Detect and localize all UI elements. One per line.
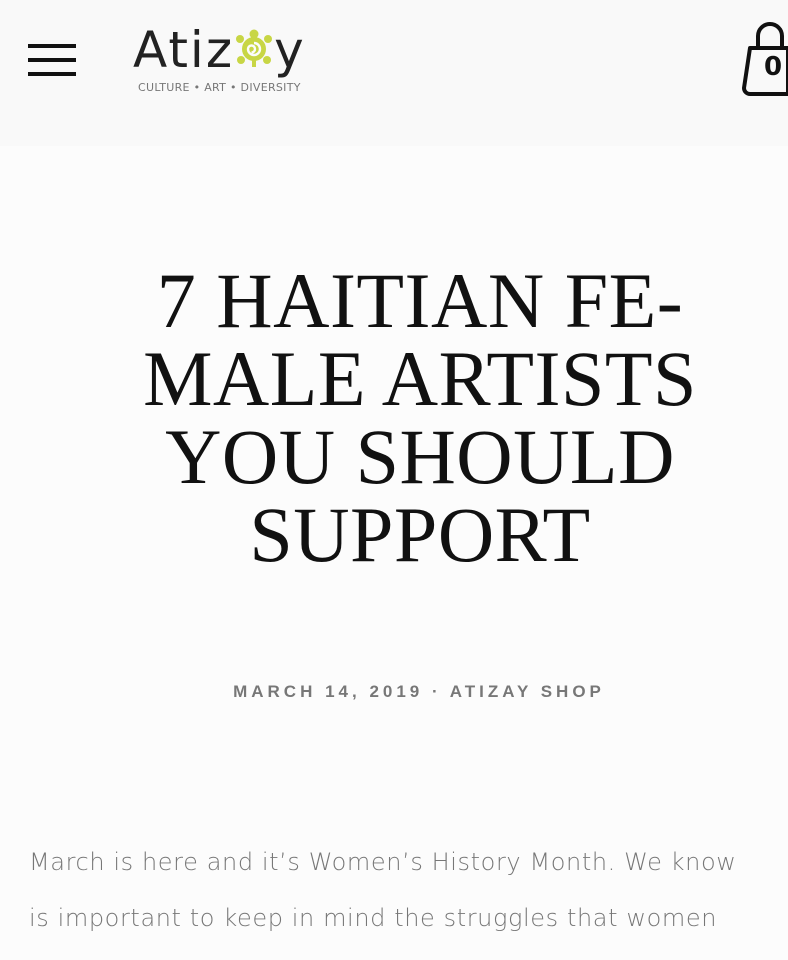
- body-line-2: is important to keep in mind the struggl…: [29, 904, 718, 932]
- site-header: Atiz y CULTURE • ART • DIVERSITY 0: [0, 0, 788, 146]
- logo-text-start: Atiz: [133, 21, 235, 79]
- menu-bar-top: [28, 44, 76, 48]
- turtle-emblem-icon: [236, 29, 273, 67]
- title-line-3: YOU SHOULD: [165, 413, 675, 500]
- body-line-1: March is here and it’s Women’s History M…: [29, 848, 737, 876]
- cart-count-badge: 0: [764, 52, 783, 82]
- hamburger-menu-icon[interactable]: [28, 44, 76, 76]
- title-line-2: MALE ARTISTS: [143, 335, 697, 422]
- article-meta: MARCH 14, 2019 · ATIZAY SHOP: [233, 682, 605, 701]
- cart-button[interactable]: 0: [740, 20, 788, 96]
- title-line-1: 7 HAITIAN FE-: [156, 257, 684, 344]
- menu-bar-bottom: [28, 72, 76, 76]
- article-title: 7 HAITIAN FE- MALE ARTISTS YOU SHOULD SU…: [90, 262, 750, 574]
- article-body: March is here and it’s Women’s History M…: [29, 834, 788, 946]
- logo-text-end: y: [274, 21, 306, 79]
- title-line-4: SUPPORT: [249, 491, 591, 578]
- logo-wordmark: Atiz y: [133, 22, 306, 78]
- menu-bar-middle: [28, 58, 76, 62]
- site-logo[interactable]: Atiz y CULTURE • ART • DIVERSITY: [133, 22, 333, 98]
- logo-tagline: CULTURE • ART • DIVERSITY: [138, 81, 301, 94]
